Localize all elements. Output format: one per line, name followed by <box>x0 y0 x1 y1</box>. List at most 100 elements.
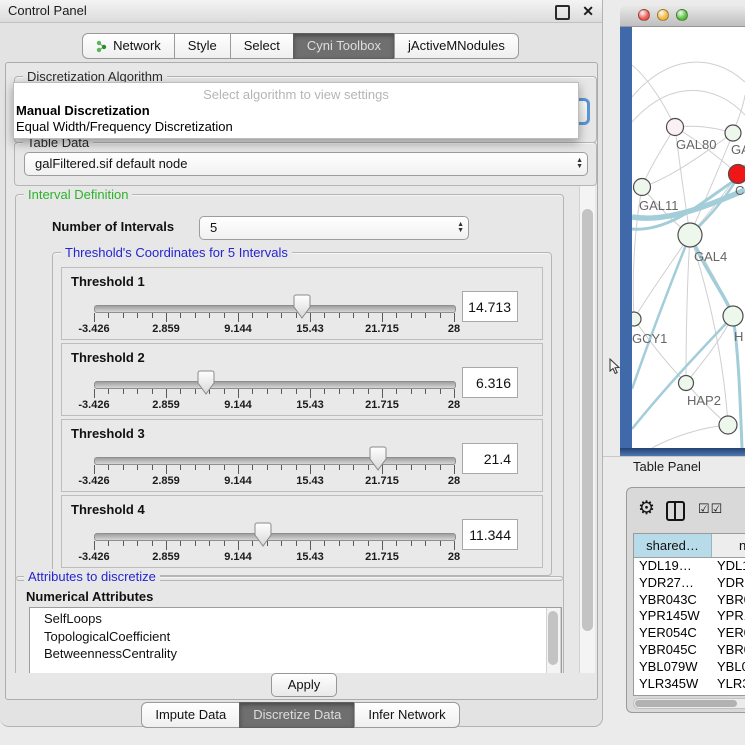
slider-tick-labels: -3.4262.8599.14415.4321.71528 <box>94 323 454 335</box>
tick-label: 2.859 <box>152 475 180 487</box>
tab-discretize-data[interactable]: Discretize Data <box>239 702 355 728</box>
network-node-GAL11[interactable] <box>634 179 651 196</box>
tab-cyni-toolbox[interactable]: Cyni Toolbox <box>293 33 395 59</box>
attributes-list-scrollbar[interactable] <box>546 608 561 673</box>
network-node-GCY1[interactable] <box>632 312 641 326</box>
threshold-value-field[interactable]: 6.316 <box>462 367 518 398</box>
threshold-panel: Threshold 4-3.4262.8599.14415.4321.71528… <box>61 495 543 568</box>
tab-infer-network[interactable]: Infer Network <box>354 702 459 728</box>
tab-style[interactable]: Style <box>174 33 231 59</box>
network-edge <box>632 65 675 127</box>
tick-mark <box>440 313 441 318</box>
network-node-bottom-node[interactable] <box>719 416 737 434</box>
slider-ticks <box>94 465 454 475</box>
threshold-value-field[interactable]: 21.4 <box>462 443 518 474</box>
network-node-GA-partial[interactable] <box>725 125 741 141</box>
tick-mark <box>137 541 138 546</box>
tick-mark <box>454 313 455 322</box>
cell-shared-name: YPR145W <box>634 608 712 625</box>
algorithm-option[interactable]: Equal Width/Frequency Discretization <box>16 119 233 134</box>
threshold-value-field[interactable]: 11.344 <box>462 519 518 550</box>
network-node-HAP2[interactable] <box>679 376 694 391</box>
table-row[interactable]: YLR345WYLR3 <box>634 676 745 693</box>
table-horizontal-scrollbar[interactable] <box>633 698 745 709</box>
node-label-GCY1: GCY1 <box>632 331 667 346</box>
slider-track[interactable] <box>94 533 456 541</box>
tick-mark <box>368 313 369 318</box>
number-of-intervals-combobox[interactable]: 5 ▲▼ <box>199 216 469 240</box>
apply-button[interactable]: Apply <box>271 673 337 697</box>
tick-mark <box>353 541 354 546</box>
network-icon <box>96 40 108 53</box>
table-data-combobox[interactable]: galFiltered.sif default node ▲▼ <box>24 152 588 176</box>
tab-network[interactable]: Network <box>82 33 175 59</box>
tick-label: -3.426 <box>78 399 109 411</box>
close-icon[interactable]: ✕ <box>582 0 594 22</box>
tick-mark <box>180 541 181 546</box>
algorithm-dropdown-popup: Select algorithm to view settings Manual… <box>13 82 579 139</box>
split-columns-icon[interactable] <box>666 501 685 521</box>
slider-track[interactable] <box>94 457 456 465</box>
node-attribute-table[interactable]: shared… n YDL19…YDL1YDR27…YDR2YBR043CYBR… <box>633 533 745 696</box>
table-row[interactable]: YPR145WYPR1 <box>634 608 745 625</box>
network-node-red-node[interactable] <box>729 165 745 184</box>
table-horizontal-scrollbar-thumb[interactable] <box>635 700 737 707</box>
table-row[interactable]: YBR045CYBR0 <box>634 642 745 659</box>
slider-thumb[interactable] <box>197 370 215 396</box>
tab-select[interactable]: Select <box>230 33 294 59</box>
tick-mark <box>108 313 109 318</box>
table-row[interactable]: YER054CYER0 <box>634 625 745 642</box>
threshold-value-field[interactable]: 14.713 <box>462 291 518 322</box>
tick-label: 28 <box>448 551 460 563</box>
tick-mark <box>368 389 369 394</box>
mouse-cursor <box>609 358 621 375</box>
cell-shared-name: YBR043C <box>634 592 712 609</box>
slider-track[interactable] <box>94 305 456 313</box>
gear-icon[interactable]: ⚙ <box>638 497 655 520</box>
tick-mark <box>425 541 426 546</box>
attribute-list-item[interactable]: BetweennessCentrality <box>30 645 561 663</box>
network-node-GAL80[interactable] <box>667 119 684 136</box>
float-window-icon[interactable] <box>555 5 570 20</box>
slider-thumb[interactable] <box>293 294 311 320</box>
attribute-list-item[interactable]: TopologicalCoefficient <box>30 628 561 646</box>
mac-zoom-button[interactable] <box>676 9 688 21</box>
tick-mark <box>440 389 441 394</box>
column-header-name[interactable]: n <box>712 534 745 557</box>
mac-minimize-button[interactable] <box>657 9 669 21</box>
tick-mark <box>94 389 95 398</box>
slider-track[interactable] <box>94 381 456 389</box>
tick-mark <box>166 313 167 322</box>
slider-thumb[interactable] <box>369 446 387 472</box>
network-canvas[interactable]: GAL80GACGAL11GAL4GCY1HHAP2 <box>620 27 745 448</box>
column-header-shared-name[interactable]: shared… <box>634 534 712 557</box>
tick-mark <box>411 465 412 470</box>
table-row[interactable]: YBR043CYBR0 <box>634 592 745 609</box>
tab-jactivemnodules[interactable]: jActiveMNodules <box>394 33 519 59</box>
network-edge <box>642 127 675 187</box>
tick-mark <box>382 313 383 322</box>
tick-mark <box>324 313 325 318</box>
table-row[interactable]: YBL079WYBL0 <box>634 659 745 676</box>
tab-impute-data[interactable]: Impute Data <box>141 702 240 728</box>
network-node-GAL4[interactable] <box>678 223 702 247</box>
slider-thumb[interactable] <box>254 522 272 548</box>
algorithm-option[interactable]: Manual Discretization <box>16 103 150 118</box>
tick-mark <box>209 541 210 546</box>
table-row[interactable]: YDR27…YDR2 <box>634 575 745 592</box>
network-node-H-partial[interactable] <box>723 306 743 326</box>
table-row[interactable]: YDL19…YDL1 <box>634 558 745 575</box>
node-label-H-partial: H <box>734 329 743 344</box>
table-row[interactable]: YIL052CYIL0 <box>634 692 745 696</box>
attributes-group-label: Attributes to discretize <box>24 569 160 584</box>
settings-scrollbar-thumb[interactable] <box>582 209 593 631</box>
tick-label: -3.426 <box>78 323 109 335</box>
mac-close-button[interactable] <box>638 9 650 21</box>
settings-scrollbar[interactable] <box>579 186 595 673</box>
checkbox-icons[interactable]: ☑☑ <box>698 501 723 517</box>
tick-mark <box>296 465 297 470</box>
tick-label: -3.426 <box>78 551 109 563</box>
attribute-list-item[interactable]: SelfLoops <box>30 610 561 628</box>
tick-mark <box>238 465 239 474</box>
numerical-attributes-list[interactable]: SelfLoopsTopologicalCoefficientBetweenne… <box>29 607 562 673</box>
